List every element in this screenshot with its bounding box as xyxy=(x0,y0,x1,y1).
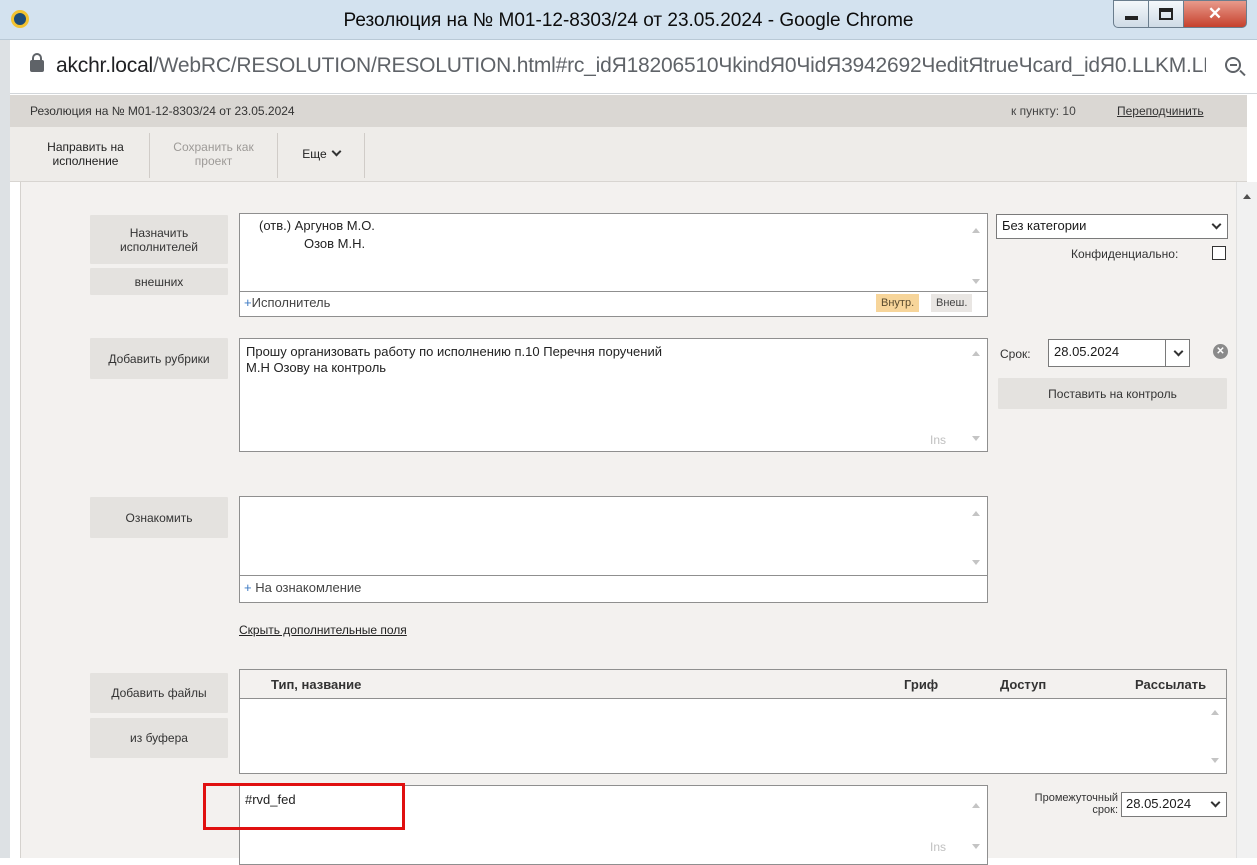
window-titlebar: Резолюция на № М01-12-8303/24 от 23.05.2… xyxy=(0,0,1257,40)
add-executor-input[interactable]: +Исполнитель Внутр. Внеш. xyxy=(239,291,988,317)
window-title: Резолюция на № М01-12-8303/24 от 23.05.2… xyxy=(343,10,914,31)
files-table: Тип, название Гриф Доступ Рассылать xyxy=(239,669,1227,774)
zoom-icon[interactable] xyxy=(1225,57,1241,73)
executors-list[interactable]: (отв.) Аргунов М.О. Озов М.Н. xyxy=(239,213,988,292)
intermediate-deadline-label: Промежуточный срок: xyxy=(1010,792,1118,816)
scroll-down-arrow-icon[interactable] xyxy=(972,844,980,849)
deadline-label: Срок: xyxy=(1000,347,1031,361)
more-label: Еще xyxy=(302,147,327,161)
send-label-line2: исполнение xyxy=(52,154,119,168)
maximize-button[interactable] xyxy=(1148,0,1184,28)
resolution-text-line1: Прошу организовать работу по исполнению … xyxy=(246,344,662,359)
scroll-up-arrow-icon[interactable] xyxy=(972,351,980,356)
window-left-border xyxy=(0,0,10,858)
column-access[interactable]: Доступ xyxy=(1000,677,1046,692)
hide-extra-fields-link[interactable]: Скрыть дополнительные поля xyxy=(239,623,407,637)
intermediate-deadline-picker[interactable]: 28.05.2024 xyxy=(1121,792,1227,817)
resolution-text-line2: М.Н Озову на контроль xyxy=(246,360,387,375)
confidential-checkbox[interactable] xyxy=(1212,246,1226,260)
chevron-down-icon xyxy=(331,146,342,157)
add-acquaint-plus: + xyxy=(244,580,252,595)
resolution-text[interactable]: Прошу организовать работу по исполнению … xyxy=(239,338,988,452)
files-table-header: Тип, название Гриф Доступ Рассылать xyxy=(240,670,1226,699)
scroll-up-arrow-icon[interactable] xyxy=(1211,710,1219,715)
category-select[interactable]: Без категории xyxy=(996,214,1228,239)
page-scrollbar[interactable] xyxy=(1236,182,1257,858)
scroll-down-arrow-icon[interactable] xyxy=(972,279,980,284)
picker-divider xyxy=(1165,340,1166,366)
url-host: akchr.local xyxy=(56,54,154,77)
add-files-button[interactable]: Добавить файлы xyxy=(90,673,228,713)
toolbar: Направить на исполнение Сохранить как пр… xyxy=(10,127,1247,182)
acquaint-button[interactable]: Ознакомить xyxy=(90,497,228,538)
acquaint-list[interactable] xyxy=(239,496,988,576)
url-path: /WebRC/RESOLUTION/RESOLUTION.html#rc_idЯ… xyxy=(153,54,1206,77)
scroll-up-arrow-icon[interactable] xyxy=(972,803,980,808)
add-executor-plus: + xyxy=(244,295,252,310)
intermediate-label-line2: срок: xyxy=(1092,804,1118,816)
deadline-date-picker[interactable]: 28.05.2024 xyxy=(1048,339,1190,367)
external-executors-button[interactable]: внешних xyxy=(90,268,228,295)
clear-deadline-icon[interactable]: ✕ xyxy=(1213,344,1228,359)
save-as-draft-button[interactable]: Сохранить как проект xyxy=(150,133,278,178)
column-grif[interactable]: Гриф xyxy=(904,677,938,692)
add-rubrics-button[interactable]: Добавить рубрики xyxy=(90,338,228,379)
assign-label-line2: исполнителей xyxy=(120,239,198,254)
minimize-icon xyxy=(1124,16,1138,20)
external-toggle[interactable]: Внеш. xyxy=(931,294,973,312)
lock-icon xyxy=(30,53,44,72)
close-icon: ✕ xyxy=(1207,4,1223,23)
add-acquaint-placeholder: На ознакомление xyxy=(255,580,362,595)
url-text[interactable]: akchr.local/WebRC/RESOLUTION/RESOLUTION.… xyxy=(56,54,1206,78)
add-acquaint-input[interactable]: + На ознакомление xyxy=(239,575,988,603)
draft-label-line1: Сохранить как xyxy=(173,140,254,154)
maximize-icon xyxy=(1159,8,1173,20)
column-distribute[interactable]: Рассылать xyxy=(1135,677,1206,692)
set-on-control-button[interactable]: Поставить на контроль xyxy=(998,378,1227,409)
column-type-name[interactable]: Тип, название xyxy=(271,677,361,692)
from-buffer-button[interactable]: из буфера xyxy=(90,718,228,758)
category-value: Без категории xyxy=(1002,218,1087,233)
scroll-down-arrow-icon[interactable] xyxy=(1211,758,1219,763)
ins-indicator: Ins xyxy=(930,433,947,447)
to-item-label: к пункту: 10 xyxy=(1011,104,1076,118)
chrome-logo-icon xyxy=(11,10,29,28)
add-executor-placeholder: Исполнитель xyxy=(251,295,331,310)
deadline-value: 28.05.2024 xyxy=(1054,344,1120,359)
assign-label-line1: Назначить xyxy=(129,225,189,240)
chevron-down-icon xyxy=(1173,346,1184,357)
address-bar[interactable]: akchr.local/WebRC/RESOLUTION/RESOLUTION.… xyxy=(10,40,1257,94)
scroll-up-arrow-icon[interactable] xyxy=(972,228,980,233)
chevron-down-icon xyxy=(1210,797,1221,808)
executor-item: Озов М.Н. xyxy=(304,236,366,251)
internal-toggle[interactable]: Внутр. xyxy=(876,294,920,312)
ins-indicator: Ins xyxy=(930,840,947,854)
scroll-up-icon[interactable] xyxy=(1243,194,1251,199)
send-label-line1: Направить на xyxy=(47,140,124,154)
minimize-button[interactable] xyxy=(1113,0,1149,28)
send-for-execution-button[interactable]: Направить на исполнение xyxy=(22,133,150,178)
draft-label-line2: проект xyxy=(194,154,233,168)
annotation-highlight xyxy=(203,783,405,830)
executor-responsible: (отв.) Аргунов М.О. xyxy=(259,218,375,233)
chevron-down-icon xyxy=(1211,219,1222,230)
app-header: Резолюция на № М01-12-8303/24 от 23.05.2… xyxy=(10,95,1247,127)
resubordinate-link[interactable]: Переподчинить xyxy=(1117,104,1204,118)
intermediate-deadline-value: 28.05.2024 xyxy=(1126,796,1192,811)
close-button[interactable]: ✕ xyxy=(1183,0,1247,28)
scroll-down-arrow-icon[interactable] xyxy=(972,560,980,565)
intermediate-label-line1: Промежуточный xyxy=(1034,792,1118,804)
scroll-down-arrow-icon[interactable] xyxy=(972,436,980,441)
confidential-label: Конфиденциально: xyxy=(1071,247,1179,261)
page-title: Резолюция на № М01-12-8303/24 от 23.05.2… xyxy=(30,104,295,118)
assign-executors-button[interactable]: Назначить исполнителей xyxy=(90,215,228,264)
more-menu-button[interactable]: Еще xyxy=(278,133,365,178)
scroll-up-arrow-icon[interactable] xyxy=(972,511,980,516)
